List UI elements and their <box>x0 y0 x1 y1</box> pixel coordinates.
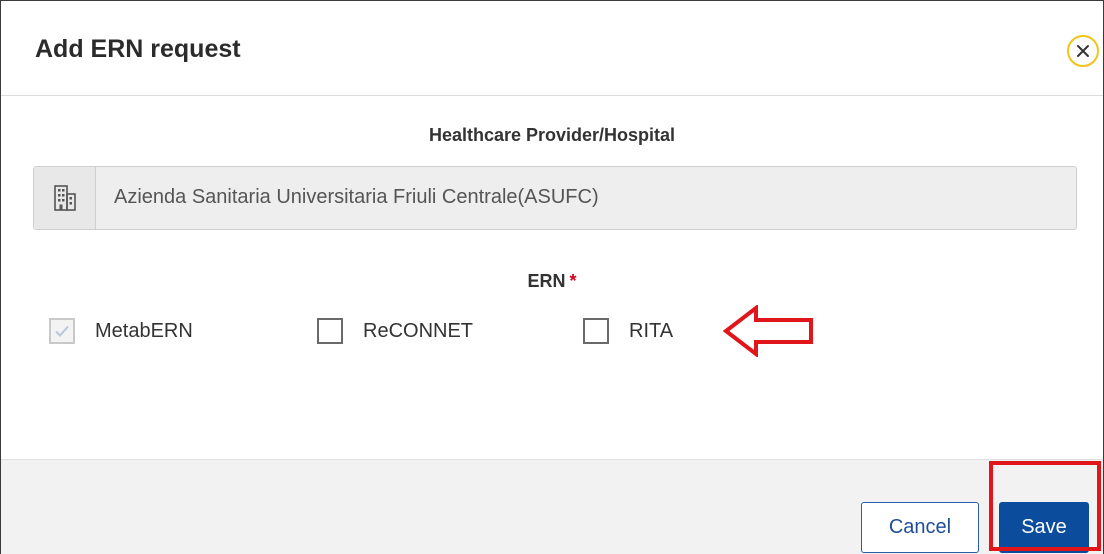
input-addon <box>34 167 96 229</box>
close-button[interactable] <box>1067 35 1099 67</box>
healthcare-provider-field: Azienda Sanitaria Universitaria Friuli C… <box>33 166 1077 230</box>
required-marker: * <box>569 271 577 291</box>
checkbox-label: MetabERN <box>95 319 193 342</box>
dialog-title: Add ERN request <box>35 35 241 63</box>
add-ern-request-dialog: Add ERN request Healthcare Provider/Hosp… <box>0 0 1104 554</box>
checkmark-icon <box>54 324 70 338</box>
dialog-footer: Cancel Save <box>1 459 1103 554</box>
ern-label: ERN * <box>1 271 1103 292</box>
dialog-header: Add ERN request <box>1 1 1103 96</box>
healthcare-provider-value: Azienda Sanitaria Universitaria Friuli C… <box>114 186 599 208</box>
close-icon <box>1076 44 1090 58</box>
checkbox[interactable] <box>583 318 609 344</box>
checkbox-label[interactable]: RITA <box>629 320 673 343</box>
cancel-button[interactable]: Cancel <box>861 502 979 553</box>
building-icon <box>53 185 76 211</box>
checkbox-reconnet[interactable]: ReCONNET <box>317 315 473 347</box>
healthcare-provider-label: Healthcare Provider/Hospital <box>428 125 676 145</box>
ern-label-text: ERN <box>527 271 566 291</box>
checkbox <box>49 318 75 344</box>
checkbox-label[interactable]: ReCONNET <box>363 320 473 343</box>
checkbox-metabern: MetabERN <box>49 315 193 347</box>
left-arrow-icon <box>722 303 815 359</box>
checkbox-rita[interactable]: RITA <box>583 315 673 347</box>
checkbox[interactable] <box>317 318 343 344</box>
save-button[interactable]: Save <box>999 502 1089 553</box>
